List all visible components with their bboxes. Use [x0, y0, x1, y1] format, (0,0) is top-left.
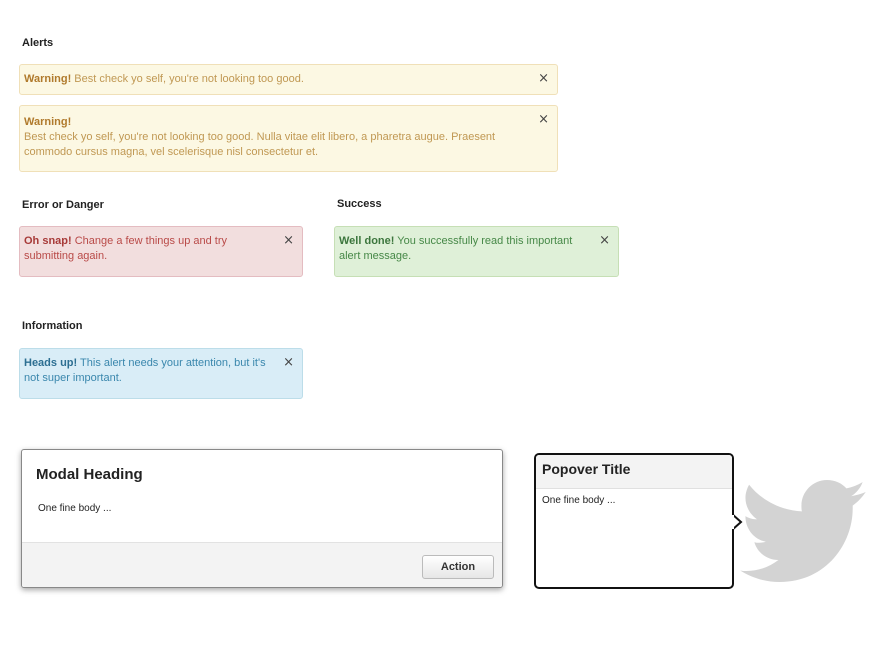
alert-strong: Well done! — [339, 235, 395, 247]
success-alert: Well done! You successfully read this im… — [334, 226, 619, 277]
alert-message: Best check yo self, you're not looking t… — [71, 73, 304, 85]
modal-body: One fine body ... — [38, 503, 112, 514]
close-icon[interactable]: × — [283, 234, 294, 247]
danger-alert: Oh snap! Change a few things up and try … — [19, 226, 303, 277]
modal-dialog: Modal Heading One fine body ... Action — [21, 449, 503, 588]
close-icon[interactable]: × — [599, 234, 610, 247]
section-title-success: Success — [337, 198, 382, 210]
close-icon[interactable]: × — [283, 356, 294, 369]
alert-strong: Heads up! — [24, 357, 78, 369]
alert-strong: Warning! — [24, 73, 72, 85]
section-title-danger: Error or Danger — [22, 199, 104, 211]
section-title-alerts: Alerts — [22, 37, 54, 49]
popover: Popover Title One fine body ... — [534, 453, 734, 589]
info-alert: Heads up! This alert needs your attentio… — [19, 348, 303, 399]
warning-alert-short: Warning! Best check yo self, you're not … — [19, 64, 558, 95]
action-button[interactable]: Action — [422, 555, 494, 579]
close-icon[interactable]: × — [538, 72, 549, 85]
alert-message: Best check yo self, you're not looking t… — [24, 131, 496, 158]
twitter-bird-icon — [740, 480, 866, 582]
section-title-information: Information — [22, 320, 83, 332]
popover-title: Popover Title — [542, 461, 631, 477]
modal-heading: Modal Heading — [36, 466, 143, 483]
close-icon[interactable]: × — [538, 113, 549, 126]
popover-body: One fine body ... — [542, 495, 616, 506]
warning-alert-block: Warning! Best check yo self, you're not … — [19, 105, 558, 172]
alert-heading: Warning! — [24, 116, 72, 128]
popover-title-bar: Popover Title — [536, 455, 732, 489]
modal-footer: Action — [22, 542, 502, 587]
alert-strong: Oh snap! — [24, 235, 72, 247]
